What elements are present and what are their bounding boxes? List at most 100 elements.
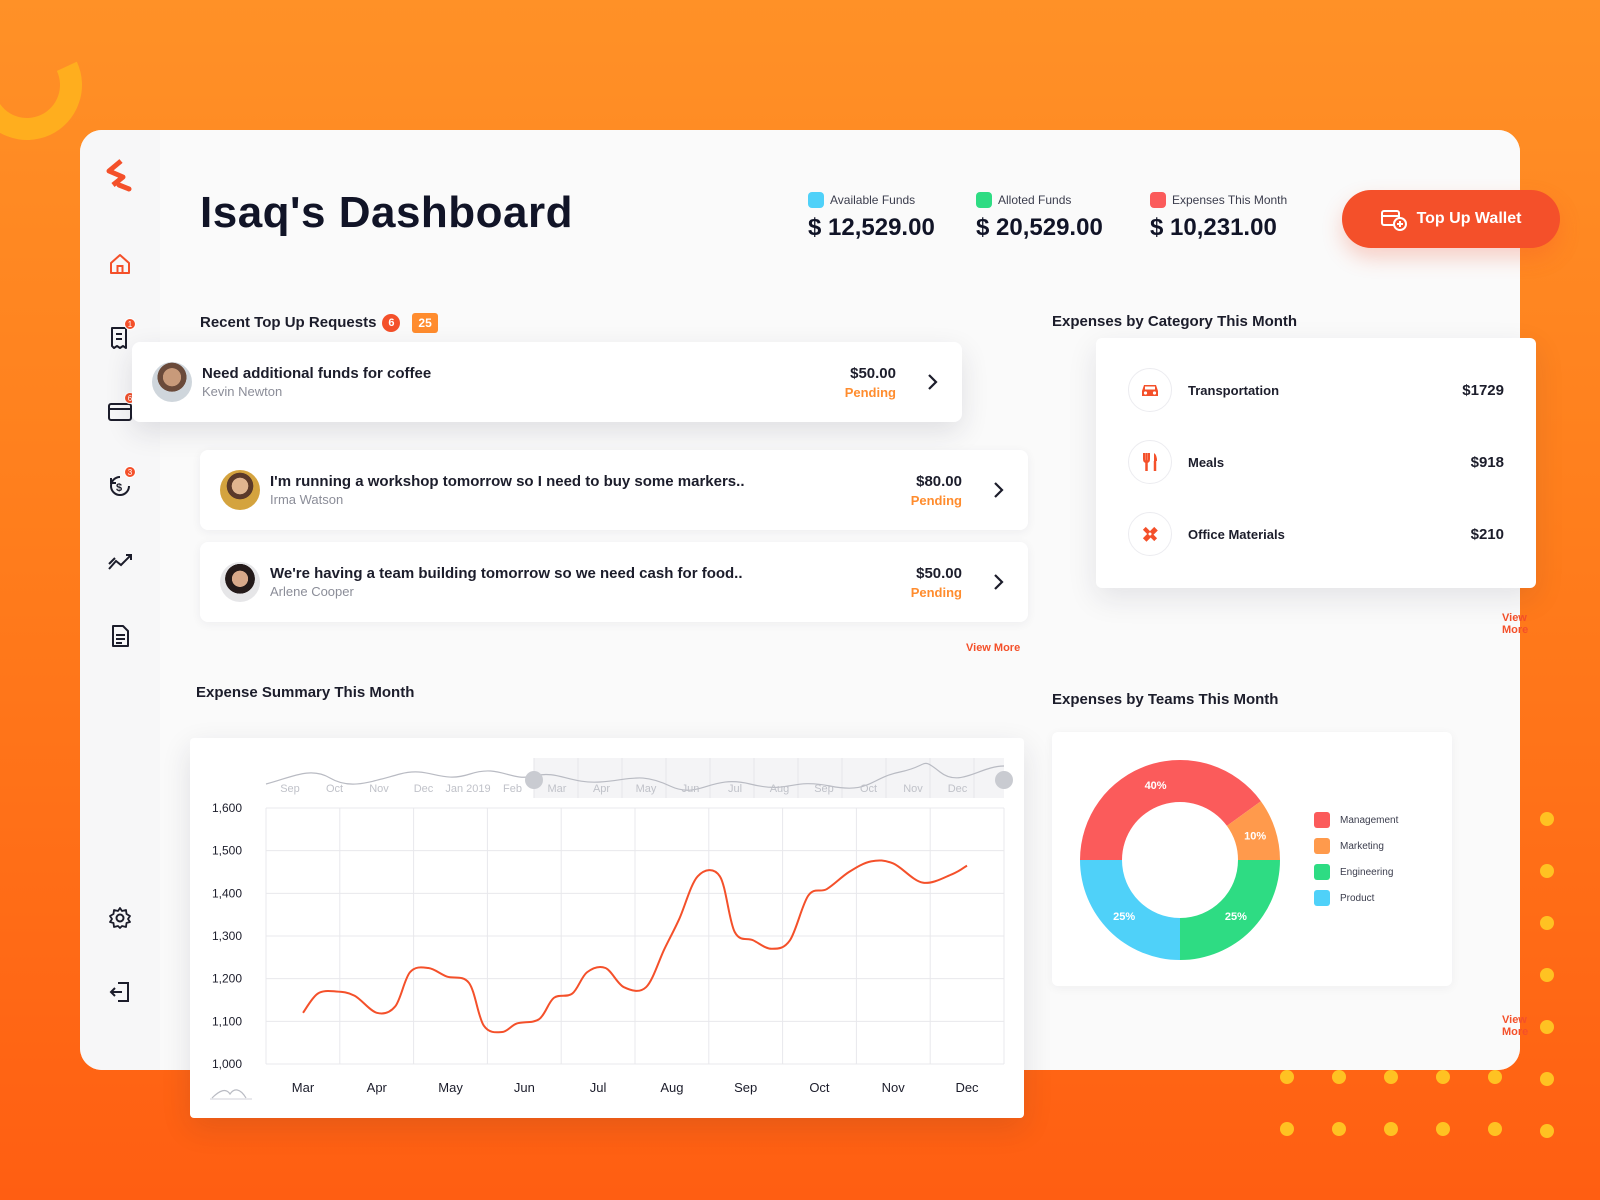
logout-icon[interactable]: [104, 976, 136, 1008]
available-swatch: [808, 192, 824, 208]
navigator-label: Jul: [728, 783, 742, 795]
y-tick-label: 1,200: [212, 972, 242, 986]
decorative-dot: [1488, 1070, 1502, 1084]
document-icon[interactable]: [104, 620, 136, 652]
legend-item[interactable]: Marketing: [1314, 838, 1384, 854]
top-up-label: Top Up Wallet: [1416, 210, 1522, 227]
requests-count: 25: [412, 313, 438, 333]
donut-slice-label: 40%: [1145, 780, 1167, 792]
teams-donut-chart[interactable]: 40% 10% 25% 25%: [1052, 732, 1292, 986]
y-tick-label: 1,400: [212, 886, 242, 900]
dashboard-card: 1 6 $ 3 Isaq's Dashboard Available Funds…: [80, 130, 1560, 1118]
stat-label: Expenses This Month: [1172, 193, 1288, 207]
y-tick-label: 1,000: [212, 1057, 242, 1071]
legend-swatch: [1314, 838, 1330, 854]
request-name: Kevin Newton: [202, 384, 283, 399]
category-value: $210: [1470, 525, 1504, 543]
x-tick-label: May: [438, 1080, 463, 1095]
navigator-label: May: [636, 783, 657, 795]
legend-item[interactable]: Engineering: [1314, 864, 1393, 880]
legend-swatch: [1314, 812, 1330, 828]
category-row[interactable]: Office Materials $210: [1128, 512, 1504, 556]
legend-item[interactable]: Management: [1314, 812, 1398, 828]
legend-label: Marketing: [1340, 840, 1384, 852]
categories-view-more-link[interactable]: View More: [1502, 612, 1528, 636]
navigator-label: Jun: [682, 783, 700, 795]
decorative-dot: [1540, 1124, 1554, 1138]
requests-view-more-link[interactable]: View More: [966, 642, 1020, 654]
categories-section-title: Expenses by Category This Month: [1052, 313, 1298, 330]
request-name: Irma Watson: [270, 492, 344, 507]
stat-value: $ 20,529.00: [976, 214, 1103, 241]
navigator-handle[interactable]: [525, 771, 543, 789]
decorative-dot: [1540, 812, 1554, 826]
request-item[interactable]: We're having a team building tomorrow so…: [200, 542, 1028, 622]
summary-section-title: Expense Summary This Month: [196, 684, 415, 701]
stat-label: Available Funds: [830, 193, 916, 207]
mini-sparkline: [211, 1089, 247, 1099]
avatar: [220, 562, 260, 602]
y-tick-label: 1,500: [212, 844, 242, 858]
navigator-label: Nov: [903, 783, 923, 795]
chevron-right-icon[interactable]: [926, 373, 938, 391]
svg-text:$: $: [116, 482, 122, 494]
decorative-dot: [1332, 1070, 1346, 1084]
teams-section-title: Expenses by Teams This Month: [1052, 691, 1279, 708]
decorative-dot: [1384, 1070, 1398, 1084]
category-card: Transportation $1729 Meals $918 Office M…: [1096, 338, 1536, 588]
notification-badge: 3: [124, 466, 136, 478]
trend-icon[interactable]: [104, 546, 136, 578]
refund-icon[interactable]: $ 3: [104, 466, 136, 502]
decorative-dot: [1280, 1070, 1294, 1084]
request-amount: $80.00: [916, 472, 962, 490]
request-title: I'm running a workshop tomorrow so I nee…: [270, 473, 745, 490]
avatar: [220, 470, 260, 510]
x-tick-label: Mar: [292, 1080, 315, 1095]
legend-label: Product: [1340, 892, 1375, 904]
request-title: We're having a team building tomorrow so…: [270, 565, 743, 582]
request-item[interactable]: Need additional funds for coffee Kevin Ne…: [132, 342, 962, 422]
decorative-dot: [1540, 864, 1554, 878]
decorative-dot: [1540, 968, 1554, 982]
navigator-handle[interactable]: [995, 771, 1013, 789]
chevron-right-icon[interactable]: [992, 573, 1004, 591]
category-row[interactable]: Meals $918: [1128, 440, 1504, 484]
legend-swatch: [1314, 864, 1330, 880]
x-tick-label: Dec: [955, 1080, 979, 1095]
stat-alloted-funds: Alloted Funds $ 20,529.00: [976, 192, 1103, 242]
legend-item[interactable]: Product: [1314, 890, 1374, 906]
expense-summary-chart[interactable]: Sep Oct Nov Dec Jan 2019 Feb Mar Apr May Jun Jul Au…: [190, 738, 1024, 1118]
x-tick-label: Aug: [660, 1080, 683, 1095]
request-status: Pending: [844, 384, 896, 400]
request-item[interactable]: I'm running a workshop tomorrow so I nee…: [200, 450, 1028, 530]
stat-value: $ 12,529.00: [808, 214, 935, 241]
car-icon: [1128, 368, 1172, 412]
requests-section-title: Recent Top Up Requests 6 25: [200, 313, 438, 333]
home-icon[interactable]: [104, 248, 136, 280]
requests-badge: 6: [382, 314, 401, 332]
category-row[interactable]: Transportation $1729: [1128, 368, 1504, 412]
sidebar: 1 6 $ 3: [80, 130, 160, 1070]
x-tick-label: Jul: [590, 1080, 607, 1095]
request-amount: $50.00: [916, 564, 962, 582]
decorative-dot: [1488, 1122, 1502, 1136]
stat-value: $ 10,231.00: [1150, 214, 1277, 241]
x-tick-label: Nov: [882, 1080, 906, 1095]
fork-knife-icon: [1128, 440, 1172, 484]
logo-icon[interactable]: [104, 159, 136, 192]
navigator-label: Feb: [503, 783, 522, 795]
navigator-label: Jan 2019: [445, 783, 490, 795]
request-title: Need additional funds for coffee: [202, 365, 432, 382]
y-tick-label: 1,100: [212, 1014, 242, 1028]
donut-slice-management[interactable]: [1080, 760, 1261, 860]
category-label: Meals: [1188, 454, 1225, 470]
navigator-label: Dec: [948, 783, 968, 795]
legend-swatch: [1314, 890, 1330, 906]
chevron-right-icon[interactable]: [992, 481, 1004, 499]
gear-icon[interactable]: [104, 902, 136, 934]
decorative-dot: [1332, 1122, 1346, 1136]
navigator-label: Apr: [593, 783, 610, 795]
teams-view-more-link[interactable]: View More: [1502, 1014, 1528, 1038]
navigator-label: Oct: [326, 783, 343, 795]
top-up-wallet-button[interactable]: Top Up Wallet: [1342, 190, 1560, 248]
